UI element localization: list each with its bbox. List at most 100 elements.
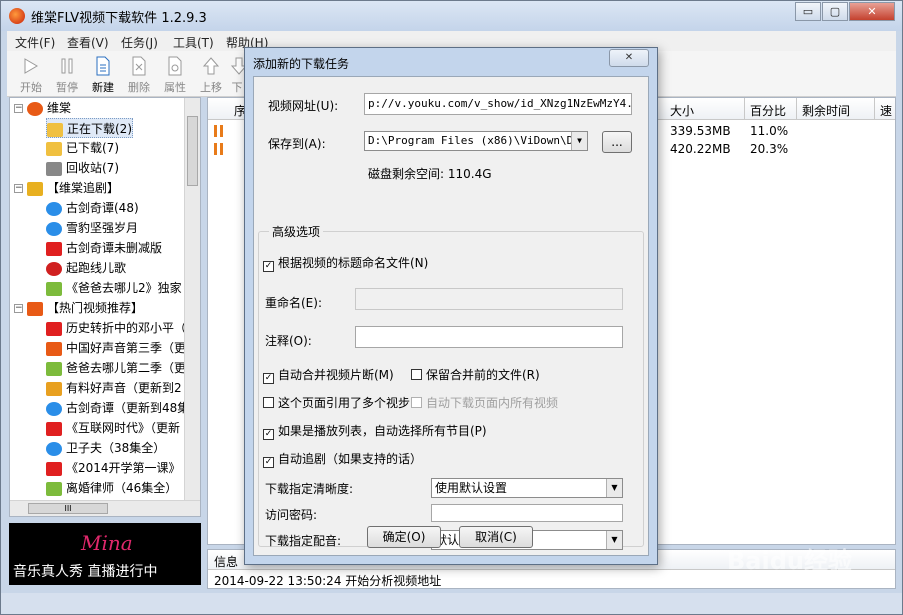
menu-view[interactable]: 查看(V) — [67, 34, 109, 51]
new-button[interactable]: 新建 — [87, 55, 119, 95]
tree-item[interactable]: 古剑奇谭(48) — [46, 198, 139, 218]
password-input[interactable] — [431, 504, 623, 522]
name-by-title-checkbox[interactable]: ✓ 根据视频的标题命名文件(N) — [263, 254, 428, 272]
move-down-button[interactable]: 下 — [229, 55, 245, 95]
start-button[interactable]: 开始 — [15, 55, 47, 95]
auto-follow-checkbox[interactable]: ✓ 自动追剧（如果支持的话） — [263, 450, 422, 468]
properties-icon — [168, 56, 182, 76]
tree-hscroll-thumb[interactable]: III — [28, 503, 108, 514]
dialog-body: 视频网址(U): p://v.youku.com/v_show/id_XNzg1… — [253, 76, 649, 556]
audio-label: 下载指定配音: — [265, 534, 342, 548]
move-up-icon — [202, 57, 220, 75]
tree-item[interactable]: − 【维棠追剧】 — [14, 178, 119, 198]
tree-item[interactable]: 正在下载(2) — [46, 118, 133, 138]
column-size[interactable]: 大小 — [670, 102, 694, 119]
playlist-select-all-checkbox[interactable]: ✓ 如果是播放列表，自动选择所有节目(P) — [263, 422, 487, 440]
delete-button[interactable]: 删除 — [123, 55, 155, 95]
collapse-toggle-icon[interactable]: − — [14, 104, 23, 113]
tree-item-label: 【热门视频推荐】 — [47, 301, 144, 315]
iqiyi-icon — [46, 361, 62, 376]
tree-item-label: 历史转折中的邓小平（ — [66, 321, 187, 335]
browse-button[interactable]: ... — [602, 131, 632, 153]
watermark-url: jingyan.baidu.com — [762, 575, 864, 588]
tree-item-label: 《2014开学第一课》 — [66, 461, 181, 475]
tree-item-label: 正在下载(2) — [67, 122, 132, 136]
url-label: 视频网址(U): — [268, 99, 339, 113]
menu-file[interactable]: 文件(F) — [15, 34, 55, 51]
tree-item-label: 已下载(7) — [66, 141, 119, 155]
tree-item[interactable]: 古剑奇谭（更新到48集 — [46, 398, 189, 418]
tree-scroll-thumb[interactable] — [187, 116, 198, 186]
menu-tools[interactable]: 工具(T) — [173, 34, 214, 51]
tree-item[interactable]: 雪豹坚强岁月 — [46, 218, 138, 238]
task-percent: 20.3% — [750, 142, 789, 156]
tree-item[interactable]: 爸爸去哪儿第二季（更 — [46, 358, 186, 378]
tree-item[interactable]: 离婚律师（46集全） — [46, 478, 177, 498]
tree-item[interactable]: 《爸爸去哪儿2》独家 — [46, 278, 182, 298]
maximize-button[interactable]: ▢ — [822, 2, 848, 21]
banner-slogan: 音乐真人秀 直播进行中 — [13, 564, 158, 580]
save-path-combo[interactable]: D:\Program Files (x86)\ViDown\Down ▼ — [364, 131, 588, 151]
tree-item[interactable]: 已下载(7) — [46, 138, 119, 158]
ad-banner[interactable]: Mina 音乐真人秀 直播进行中 — [9, 523, 201, 585]
minimize-button[interactable]: ▭ — [795, 2, 821, 21]
advanced-options-group: 高级选项 ✓ 根据视频的标题命名文件(N) 重命名(E): 注释(O): ✓ 自动合… — [258, 223, 644, 550]
tree-item[interactable]: 《2014开学第一课》 — [46, 458, 181, 478]
menu-task[interactable]: 任务(J) — [121, 34, 158, 51]
letv-icon — [46, 241, 62, 256]
tree-item[interactable]: 《互联网时代》（更新 — [46, 418, 180, 438]
tree-item[interactable]: 回收站(7) — [46, 158, 119, 178]
delete-label: 删除 — [128, 81, 150, 94]
tree-item-label: 回收站(7) — [66, 161, 119, 175]
cancel-button[interactable]: 取消(C) — [459, 526, 533, 548]
column-percent[interactable]: 百分比 — [750, 102, 786, 119]
tree-item[interactable]: 有料好声音（更新到2 — [46, 378, 182, 398]
play-circle-icon — [46, 401, 62, 416]
pause-button[interactable]: 暂停 — [51, 55, 83, 95]
tree-item[interactable]: 中国好声音第三季（更 — [46, 338, 186, 358]
ok-button[interactable]: 确定(O) — [367, 526, 441, 548]
chevron-down-icon[interactable]: ▼ — [606, 479, 622, 497]
quality-select[interactable]: 使用默认设置 ▼ — [431, 478, 623, 498]
multi-video-checkbox[interactable]: 这个页面引用了多个视步 — [263, 394, 411, 411]
paused-status-icon — [214, 125, 223, 137]
tree-item-label: 有料好声音（更新到2 — [66, 381, 182, 395]
tree-item[interactable]: − 维棠 — [14, 98, 71, 118]
tree-item[interactable]: 古剑奇谭未删减版 — [46, 238, 162, 258]
keep-premerge-checkbox[interactable]: 保留合并前的文件(R) — [411, 366, 540, 383]
tree-item-label: 雪豹坚强岁月 — [66, 221, 139, 235]
checkbox-checked-icon: ✓ — [263, 429, 274, 440]
tree-vertical-scrollbar[interactable] — [184, 98, 200, 502]
tree-item[interactable]: − 【热门视频推荐】 — [14, 298, 143, 318]
column-speed[interactable]: 速 — [880, 102, 892, 119]
column-remaining-time[interactable]: 剩余时间 — [802, 102, 850, 119]
properties-button[interactable]: 属性 — [159, 55, 191, 95]
collapse-toggle-icon[interactable]: − — [14, 304, 23, 313]
chevron-down-icon[interactable]: ▼ — [606, 531, 622, 549]
tree-item-label: 【维棠追剧】 — [47, 181, 120, 195]
arrow-right-icon — [27, 301, 43, 316]
close-button[interactable]: ✕ — [849, 2, 895, 21]
downloading-folder-icon — [47, 122, 63, 137]
rename-input[interactable] — [355, 288, 623, 310]
app-logo-icon — [27, 101, 43, 116]
play-circle-icon — [46, 201, 62, 216]
auto-download-all-checkbox[interactable]: 自动下载页面内所有视频 — [411, 394, 558, 411]
dialog-close-button[interactable]: ✕ — [609, 49, 649, 67]
iqiyi-icon — [46, 281, 62, 296]
save-to-label: 保存到(A): — [268, 137, 326, 151]
tree-item[interactable]: 卫子夫（38集全） — [46, 438, 165, 458]
chevron-down-icon[interactable]: ▼ — [571, 132, 587, 150]
comment-input[interactable] — [355, 326, 623, 348]
add-task-dialog: 添加新的下载任务 ✕ 视频网址(U): p://v.youku.com/v_sh… — [244, 47, 658, 565]
auto-merge-checkbox[interactable]: ✓ 自动合并视频片断(M) — [263, 366, 394, 384]
move-up-button[interactable]: 上移 — [195, 55, 227, 95]
tree-item[interactable]: 历史转折中的邓小平（ — [46, 318, 186, 338]
tudou-icon — [46, 481, 62, 496]
comment-label: 注释(O): — [265, 334, 312, 348]
tree-item[interactable]: 起跑线儿歌 — [46, 258, 126, 278]
collapse-toggle-icon[interactable]: − — [14, 184, 23, 193]
url-input[interactable]: p://v.youku.com/v_show/id_XNzg1NzEwMzY4.… — [364, 93, 632, 115]
advanced-options-title: 高级选项 — [269, 223, 324, 240]
tree-horizontal-scrollbar[interactable]: III — [10, 500, 200, 516]
